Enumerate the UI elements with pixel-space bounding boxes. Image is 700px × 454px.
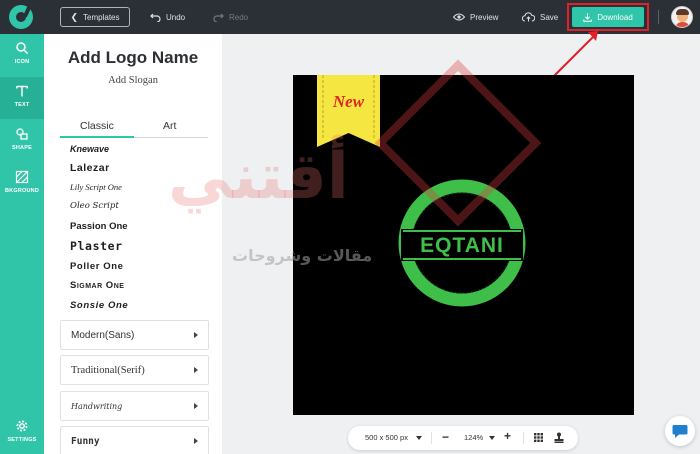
background-pattern-icon [15, 170, 29, 184]
category-label: Handwriting [71, 402, 123, 411]
undo-label: Undo [166, 12, 186, 22]
add-logo-name-button[interactable]: Add Logo Name [44, 48, 222, 68]
font-item-poller-one[interactable]: Poller One [70, 261, 124, 272]
templates-label: Templates [83, 12, 120, 22]
canvas-toolbar: 500 x 500 px − 124% + [348, 426, 578, 450]
rail-background-tab[interactable]: BKGROUND [0, 163, 44, 205]
tab-classic[interactable]: Classic [80, 120, 114, 132]
chat-widget[interactable] [665, 416, 695, 446]
font-item-passion-one[interactable]: Passion One [70, 221, 128, 232]
font-item-lalezar[interactable]: Lalezar [70, 162, 110, 174]
font-item-sigmar-one[interactable]: Sigmar One [70, 280, 124, 291]
save-button[interactable]: Save [522, 7, 558, 27]
gear-icon [16, 420, 28, 432]
font-list: Knewave Lalezar Lily Script One Oleo Scr… [70, 142, 220, 312]
grid-icon[interactable] [534, 433, 543, 442]
app-logo[interactable] [9, 5, 33, 29]
caret-down-icon [489, 436, 495, 440]
chevron-right-icon [194, 367, 198, 373]
rail-text-label: TEXT [14, 102, 30, 108]
rail-shape-tab[interactable]: SHAPE [0, 120, 44, 162]
font-item-knewave[interactable]: Knewave [70, 144, 109, 154]
chevron-right-icon [194, 438, 198, 444]
font-item-oleo-script[interactable]: Oleo Script [70, 201, 119, 211]
preview-button[interactable]: Preview [453, 7, 498, 27]
category-label: Modern(Sans) [71, 330, 135, 341]
divider [523, 432, 524, 444]
chevron-right-icon [194, 403, 198, 409]
rail-text-tab[interactable]: TEXT [0, 77, 44, 119]
undo-button[interactable]: Undo [150, 7, 185, 27]
tab-active-indicator [60, 136, 134, 138]
rail-settings-tab[interactable]: SETTINGS [0, 412, 44, 454]
category-traditional-serif[interactable]: Traditional(Serif) [60, 355, 209, 385]
preview-label: Preview [470, 12, 499, 22]
zoom-level-select[interactable]: 124% [464, 433, 483, 442]
ribbon-text[interactable]: New [332, 92, 365, 111]
chevron-right-icon [194, 332, 198, 338]
text-icon [16, 85, 28, 97]
text-panel: Add Logo Name Add Slogan Classic Art Kne… [44, 34, 222, 454]
font-item-plaster[interactable]: Plaster [70, 239, 123, 253]
rail-settings-label: SETTINGS [7, 437, 37, 443]
save-label: Save [540, 12, 559, 22]
user-avatar[interactable] [671, 6, 693, 28]
shapes-icon [16, 128, 28, 140]
chevron-left-icon: ❮ [70, 11, 79, 22]
templates-button[interactable]: ❮ Templates [60, 7, 130, 27]
cloud-upload-icon [522, 12, 535, 22]
rail-background-label: BKGROUND [5, 188, 39, 194]
zoom-out-button[interactable]: − [442, 430, 449, 444]
annotation-arrow [553, 31, 598, 77]
eqtani-emblem[interactable]: EQTANI [398, 179, 526, 307]
toolbar-divider [658, 10, 659, 24]
ribbon-shape[interactable] [317, 75, 380, 147]
zoom-in-button[interactable]: + [504, 429, 511, 443]
category-label: Funny [71, 436, 100, 447]
category-label: Traditional(Serif) [71, 365, 145, 376]
chat-icon [672, 425, 688, 438]
eye-icon [453, 13, 465, 21]
tab-art[interactable]: Art [163, 120, 176, 132]
font-item-sonsie-one[interactable]: Sonsie One [70, 300, 128, 311]
stamp-icon[interactable] [554, 432, 564, 443]
left-rail: ICON TEXT SHAPE BKGROUND SETTINGS [0, 34, 44, 454]
rail-icon-tab[interactable]: ICON [0, 34, 44, 76]
add-slogan-button[interactable]: Add Slogan [44, 75, 222, 86]
redo-icon [213, 13, 224, 22]
canvas-size-select[interactable]: 500 x 500 px [365, 433, 408, 442]
category-funny[interactable]: Funny [60, 426, 209, 454]
rail-shape-label: SHAPE [12, 145, 32, 151]
search-icon [16, 42, 29, 55]
logo-name-text[interactable]: EQTANI [420, 234, 504, 257]
category-modern-sans[interactable]: Modern(Sans) [60, 320, 209, 350]
divider [431, 432, 432, 444]
logo-artwork: New EQTANI [317, 75, 526, 307]
caret-down-icon [416, 436, 422, 440]
redo-button[interactable]: Redo [213, 7, 248, 27]
undo-icon [150, 13, 161, 22]
font-item-lily-script-one[interactable]: Lily Script One [70, 182, 122, 192]
rail-icon-label: ICON [14, 59, 30, 65]
redo-label: Redo [229, 12, 249, 22]
logo-canvas[interactable]: New EQTANI [293, 75, 634, 415]
category-handwriting[interactable]: Handwriting [60, 391, 209, 421]
